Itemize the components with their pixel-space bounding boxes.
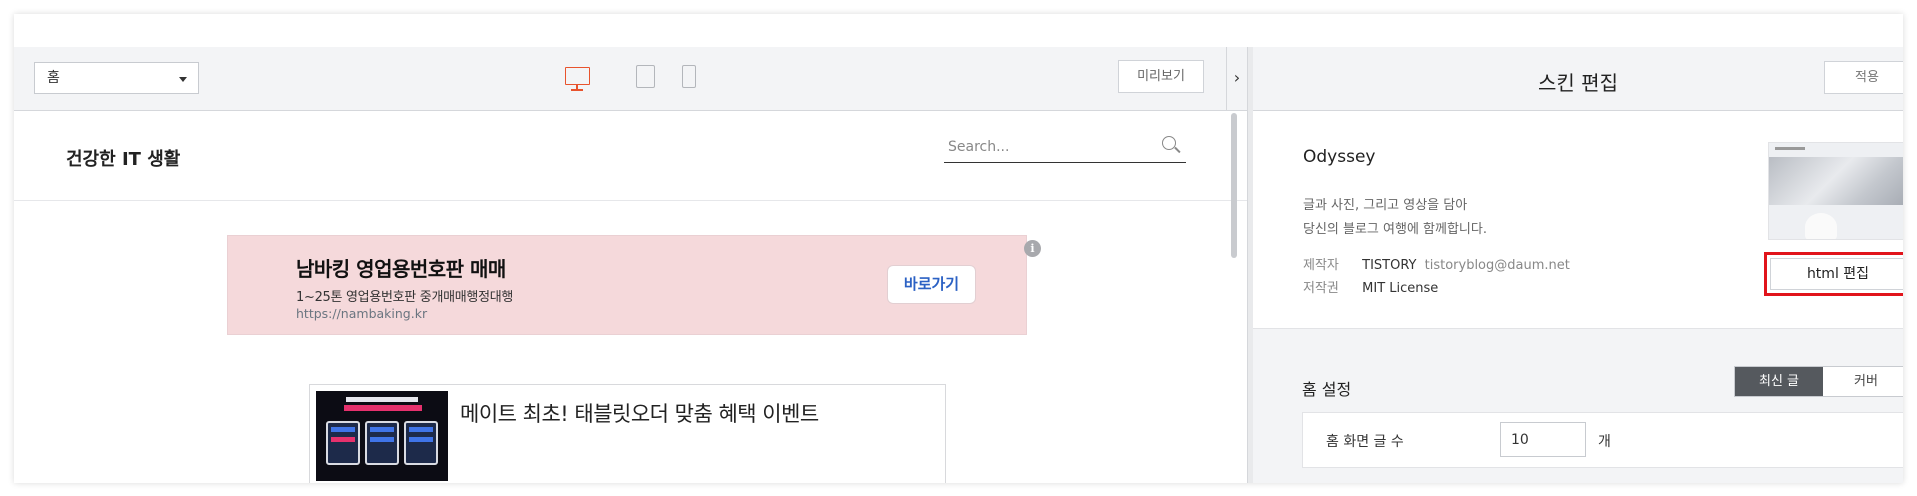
home-type-tabs: 최신 글 커버 — [1734, 366, 1903, 397]
preview-button[interactable]: 미리보기 — [1118, 60, 1204, 93]
tab-latest-posts[interactable]: 최신 글 — [1735, 367, 1823, 396]
tab-cover[interactable]: 커버 — [1823, 367, 1903, 396]
ad-banner[interactable]: i 남바킹 영업용번호판 매매 1~25톤 영업용번호판 중개매매행정대행 ht… — [227, 235, 1041, 335]
home-settings-label: 홈 설정 — [1302, 380, 1352, 399]
html-edit-button[interactable]: html 편집 — [1764, 252, 1903, 296]
post-count-unit: 개 — [1598, 434, 1611, 450]
apply-button[interactable]: 적용 — [1824, 61, 1903, 94]
ad-title[interactable]: 남바킹 영업용번호판 매매 — [296, 253, 506, 282]
search-icon[interactable] — [1162, 136, 1176, 150]
post-count-input[interactable] — [1500, 422, 1586, 457]
promo-card[interactable]: 메이트 최초! 태블릿오더 맞춤 혜택 이벤트 — [309, 384, 946, 483]
author-label: 제작자 — [1303, 258, 1339, 273]
info-icon[interactable]: i — [1024, 240, 1041, 257]
ad-url: https://nambaking.kr — [296, 306, 428, 321]
preview-scrollbar[interactable] — [1231, 113, 1237, 258]
license-row: 저작권 MIT License — [1303, 277, 1438, 296]
ad-cta-button[interactable]: 바로가기 — [887, 265, 976, 304]
preview-toolbar: 홈 미리보기 › — [14, 47, 1247, 111]
skin-name: Odyssey — [1303, 147, 1376, 167]
skin-info: Odyssey 글과 사진, 그리고 영상을 담아 당신의 블로그 여행에 함께… — [1253, 111, 1903, 329]
license-label: 저작권 — [1303, 281, 1339, 296]
license-value: MIT License — [1362, 281, 1439, 296]
home-settings: 홈 설정 최신 글 커버 홈 화면 글 수 개 — [1253, 329, 1903, 483]
tablet-icon[interactable] — [636, 65, 655, 88]
author-email: tistoryblog@daum.net — [1424, 258, 1570, 273]
author-row: 제작자 TISTORY tistoryblog@daum.net — [1303, 254, 1570, 273]
skin-editor-pane: 스킨 편집 적용 Odyssey 글과 사진, 그리고 영상을 담아 당신의 블… — [1253, 47, 1903, 483]
author-value: TISTORY — [1362, 258, 1417, 273]
desktop-icon[interactable] — [565, 67, 590, 91]
editor-header: 스킨 편집 적용 — [1253, 47, 1903, 111]
post-count-row: 홈 화면 글 수 개 — [1302, 412, 1903, 468]
html-edit-label: html 편집 — [1770, 258, 1903, 290]
mobile-icon[interactable] — [682, 65, 696, 88]
chevron-down-icon — [179, 77, 187, 82]
chevron-right-icon[interactable]: › — [1226, 47, 1247, 111]
skin-description-line: 글과 사진, 그리고 영상을 담아 — [1303, 198, 1468, 213]
app-window: 홈 미리보기 › 건강한 IT 생활 i 남바킹 영업용번호판 매매 1~25톤… — [14, 14, 1903, 483]
promo-title: 메이트 최초! 태블릿오더 맞춤 혜택 이벤트 — [460, 402, 819, 426]
preview-pane: 홈 미리보기 › 건강한 IT 생활 i 남바킹 영업용번호판 매매 1~25톤… — [14, 47, 1247, 483]
search-box — [944, 132, 1186, 163]
search-input[interactable] — [948, 136, 1148, 158]
blog-title[interactable]: 건강한 IT 생활 — [66, 145, 180, 171]
skin-description-line: 당신의 블로그 여행에 함께합니다. — [1303, 222, 1487, 237]
skin-description: 글과 사진, 그리고 영상을 담아 당신의 블로그 여행에 함께합니다. — [1303, 194, 1487, 242]
page-select-value: 홈 — [47, 70, 60, 86]
page-select[interactable]: 홈 — [34, 62, 199, 94]
editor-title: 스킨 편집 — [1538, 71, 1618, 95]
skin-thumbnail — [1768, 142, 1903, 240]
blog-header: 건강한 IT 생활 — [14, 111, 1247, 201]
promo-thumbnail — [316, 391, 448, 481]
post-count-label: 홈 화면 글 수 — [1326, 434, 1404, 450]
ad-description: 1~25톤 영업용번호판 중개매매행정대행 — [296, 290, 514, 305]
